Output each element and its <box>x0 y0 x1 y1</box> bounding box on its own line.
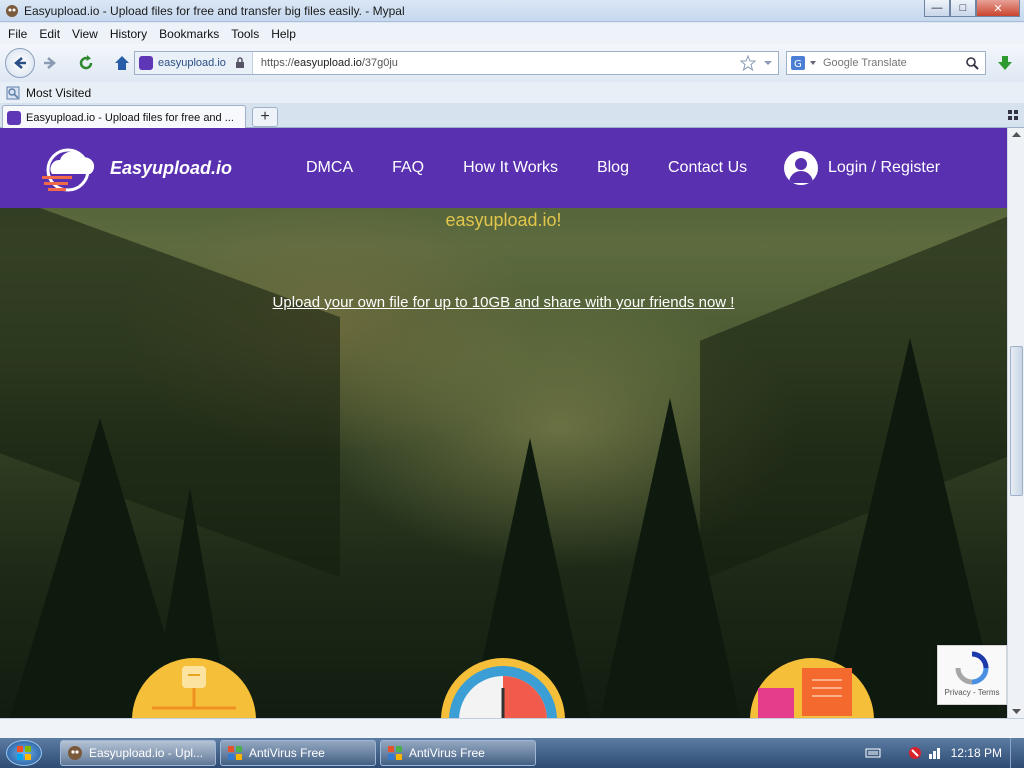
scroll-down-arrow-icon[interactable] <box>1008 704 1024 718</box>
login-register-label: Login / Register <box>828 159 941 176</box>
keyboard-icon[interactable] <box>865 747 881 759</box>
download-arrow-icon <box>998 56 1012 70</box>
maximize-button[interactable]: □ <box>950 0 976 17</box>
menu-bookmarks[interactable]: Bookmarks <box>155 27 227 41</box>
google-translate-engine-icon[interactable]: G <box>791 56 805 70</box>
url-prefix: https:// <box>260 57 294 69</box>
close-button[interactable]: ✕ <box>976 0 1020 17</box>
window-titlebar[interactable]: Easyupload.io - Upload files for free an… <box>0 0 1024 22</box>
nav-dmca[interactable]: DMCA <box>306 159 353 177</box>
recaptcha-logo-icon <box>955 651 989 685</box>
page-content: Easyupload.io DMCA FAQ How It Works Blog… <box>0 128 1007 718</box>
taskbar-item-label: AntiVirus Free <box>249 746 325 760</box>
network-tray-icon[interactable] <box>927 745 943 761</box>
nav-blog[interactable]: Blog <box>597 159 629 177</box>
hero-tagline-link[interactable]: Upload your own file for up to 10GB and … <box>0 294 1007 311</box>
url-text[interactable]: https://easyupload.io/37g0ju <box>253 57 398 69</box>
reload-button[interactable] <box>73 50 99 76</box>
new-tab-button[interactable]: + <box>252 107 278 127</box>
menu-bar: File Edit View History Bookmarks Tools H… <box>0 23 1024 44</box>
forward-arrow-icon <box>44 56 56 69</box>
antivirus-task-icon <box>388 746 402 760</box>
taskbar-item-mypal[interactable]: Easyupload.io - Upl... <box>60 740 216 766</box>
most-visited-bookmark[interactable]: Most Visited <box>26 86 91 100</box>
cloud-logo-icon <box>42 148 95 192</box>
forward-button[interactable] <box>37 50 63 76</box>
back-button[interactable] <box>5 47 35 78</box>
start-button[interactable] <box>6 740 42 766</box>
user-avatar-icon <box>784 151 818 185</box>
back-arrow-icon <box>14 56 26 69</box>
site-nav: DMCA FAQ How It Works Blog Contact Us <box>306 128 786 208</box>
feature-circle-clock-icon <box>441 658 565 718</box>
tree-silhouette <box>600 398 740 718</box>
login-register-link[interactable]: Login / Register <box>784 151 940 185</box>
status-bar <box>0 718 1024 738</box>
bookmark-star-icon[interactable] <box>740 55 756 71</box>
tab-favicon <box>7 110 21 125</box>
windows-logo-icon <box>17 746 31 760</box>
mypal-app-icon <box>6 4 18 17</box>
tab-label: Easyupload.io - Upload files for free an… <box>26 111 234 124</box>
page-vertical-scrollbar[interactable] <box>1007 128 1024 718</box>
menu-file[interactable]: File <box>4 27 35 41</box>
taskbar-item-label: Easyupload.io - Upl... <box>89 746 204 760</box>
taskbar-clock[interactable]: 12:18 PM <box>951 746 1002 760</box>
menu-edit[interactable]: Edit <box>35 27 68 41</box>
site-identity-label: easyupload.io <box>158 57 226 69</box>
window-title: Easyupload.io - Upload files for free an… <box>24 3 405 18</box>
minimize-button[interactable]: — <box>924 0 950 17</box>
hero-brand-text: easyupload.io! <box>445 210 562 230</box>
menu-history[interactable]: History <box>106 27 155 41</box>
mypal-task-icon <box>68 746 82 760</box>
scrollbar-thumb[interactable] <box>1010 346 1023 496</box>
search-engine-dropdown-icon[interactable] <box>809 59 817 67</box>
recaptcha-links[interactable]: Privacy - Terms <box>938 688 1006 697</box>
antivirus-tray-icon[interactable] <box>907 745 923 761</box>
taskbar-item-antivirus-1[interactable]: AntiVirus Free <box>220 740 376 766</box>
feature-circle-network-icon <box>132 658 256 718</box>
nav-how-it-works[interactable]: How It Works <box>463 159 558 177</box>
scroll-up-arrow-icon[interactable] <box>1008 128 1024 142</box>
home-button[interactable] <box>109 50 135 76</box>
site-logo[interactable]: Easyupload.io <box>40 142 232 194</box>
url-dropdown-icon[interactable] <box>763 58 773 68</box>
nav-contact-us[interactable]: Contact Us <box>668 159 747 177</box>
search-input[interactable] <box>823 57 963 69</box>
search-icon[interactable] <box>965 56 979 70</box>
taskbar-item-antivirus-2[interactable]: AntiVirus Free <box>380 740 536 766</box>
window-controls: — □ ✕ <box>924 0 1020 17</box>
most-visited-icon <box>6 86 20 99</box>
svg-text:G: G <box>794 59 802 70</box>
recaptcha-badge[interactable]: Privacy - Terms <box>937 645 1007 705</box>
menu-tools[interactable]: Tools <box>227 27 267 41</box>
show-desktop-button[interactable] <box>1010 738 1024 768</box>
logo-text: Easyupload.io <box>110 157 233 178</box>
search-bar[interactable]: G <box>786 51 986 75</box>
tab-strip: Easyupload.io - Upload files for free an… <box>0 103 1024 129</box>
home-icon <box>115 55 129 70</box>
taskbar: Easyupload.io - Upl... AntiVirus Free An… <box>0 738 1024 768</box>
menu-help[interactable]: Help <box>267 27 304 41</box>
feature-circle-puzzle-icon <box>750 658 874 718</box>
site-favicon <box>139 56 153 70</box>
downloads-button[interactable] <box>991 51 1019 75</box>
nav-faq[interactable]: FAQ <box>392 159 424 177</box>
tab-list-icon[interactable] <box>1008 110 1018 120</box>
reload-icon <box>79 54 93 69</box>
site-identity-button[interactable]: easyupload.io <box>135 52 253 74</box>
lock-icon <box>235 57 244 68</box>
url-bar[interactable]: easyupload.io https://easyupload.io/37g0… <box>134 51 779 75</box>
url-path: /37g0ju <box>361 57 398 69</box>
navigation-toolbar: easyupload.io https://easyupload.io/37g0… <box>0 44 1024 81</box>
antivirus-task-icon <box>228 746 242 760</box>
menu-view[interactable]: View <box>68 27 106 41</box>
url-host: easyupload.io <box>293 57 362 69</box>
system-tray: 12:18 PM <box>865 738 1024 768</box>
bookmarks-toolbar: Most Visited <box>0 82 1024 103</box>
site-header: Easyupload.io DMCA FAQ How It Works Blog… <box>0 128 1007 208</box>
tab-easyupload[interactable]: Easyupload.io - Upload files for free an… <box>2 105 246 129</box>
taskbar-item-label: AntiVirus Free <box>409 746 485 760</box>
